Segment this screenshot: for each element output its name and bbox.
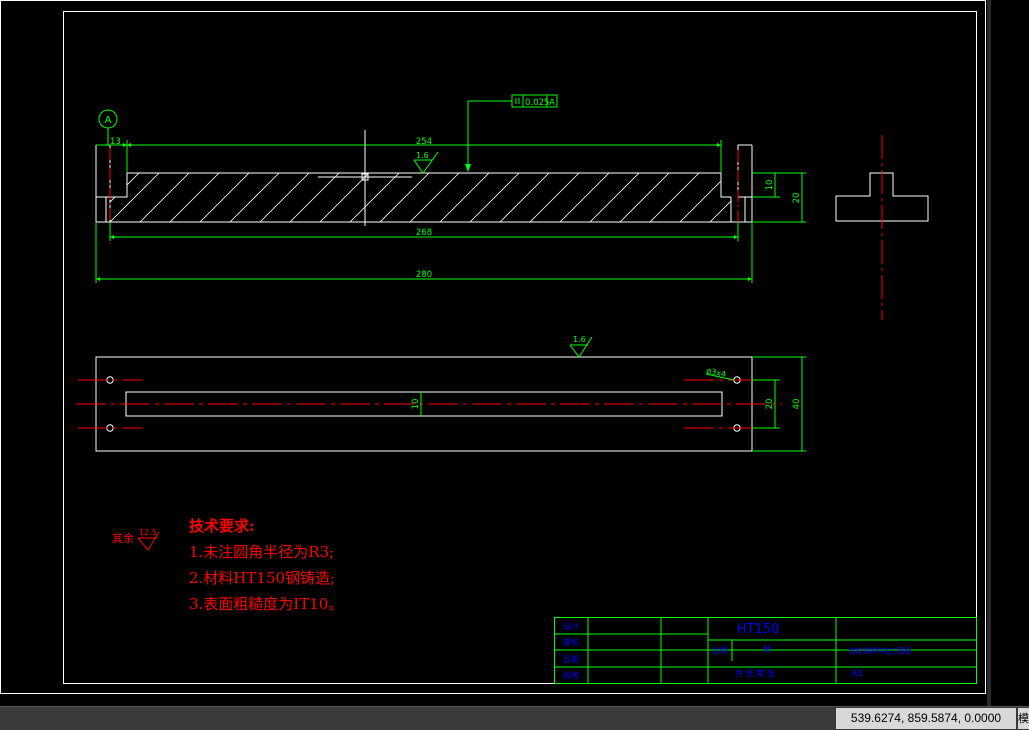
datum-label: A bbox=[105, 115, 112, 126]
note-item-3: 3.表面粗糙度为IT10。 bbox=[189, 595, 343, 613]
note-item-1: 1.未注圆角半径为R3; bbox=[189, 543, 334, 561]
title-block[interactable]: 设计 审核 日期 校核 HT150 比例 M 共 张 第 张 齿轮轴零件加工图纸… bbox=[554, 617, 977, 684]
top-view[interactable]: 1.6 ø3x4 10 20 40 bbox=[76, 335, 806, 452]
tb-scale-value: M bbox=[763, 645, 771, 655]
roughness-symbol-top: 1.6 bbox=[569, 335, 593, 358]
other-roughness-symbol: 12.5 bbox=[137, 528, 160, 551]
other-roughness-prefix: 其余 bbox=[112, 531, 134, 545]
dim-slot-10: 10 bbox=[411, 399, 421, 410]
side-view[interactable] bbox=[835, 135, 929, 320]
front-view[interactable]: A 0.025 A 1.6 13 254 268 280 10 20 bbox=[80, 94, 806, 283]
tb-label-1: 设计 bbox=[563, 621, 579, 631]
dim-20: 20 bbox=[792, 193, 802, 204]
status-mode-label[interactable]: 模 bbox=[1018, 708, 1029, 729]
roughness-symbol-front: 1.6 bbox=[413, 151, 439, 174]
top-centerlines bbox=[76, 379, 782, 429]
vertical-scrollbar[interactable] bbox=[987, 0, 991, 706]
technical-notes[interactable]: 其余 12.5 技术要求: 1.未注圆角半径为R3; 2.材料HT150钢铸造;… bbox=[112, 517, 343, 613]
tolerance-value: 0.025 bbox=[525, 98, 549, 108]
tb-label-3: 日期 bbox=[563, 655, 579, 664]
roughness-top-value: 1.6 bbox=[573, 335, 586, 344]
notes-title: 技术要求: bbox=[189, 517, 255, 535]
hole-callout: ø3x4 bbox=[706, 366, 735, 381]
note-item-2: 2.材料HT150钢铸造; bbox=[189, 569, 335, 587]
dim-268: 268 bbox=[416, 228, 432, 238]
dim-280: 280 bbox=[416, 270, 432, 280]
tb-company: 共 张 第 张 bbox=[735, 668, 775, 678]
dim-10: 10 bbox=[765, 180, 775, 191]
sheet-frames bbox=[0, 0, 986, 694]
roughness-front-value: 1.6 bbox=[416, 151, 429, 160]
dim-254: 254 bbox=[416, 137, 432, 147]
tolerance-frame: 0.025 A bbox=[465, 94, 558, 172]
tb-scale-label: 比例 bbox=[712, 645, 728, 655]
dim-13: 13 bbox=[110, 137, 121, 147]
tolerance-datum: A bbox=[549, 98, 555, 108]
tb-sheet: A3 bbox=[851, 669, 863, 679]
dim-inner-20: 20 bbox=[765, 399, 775, 410]
dim-total-40: 40 bbox=[792, 399, 802, 410]
coordinate-readout[interactable]: 539.6274, 859.5874, 0.0000 bbox=[836, 708, 1016, 729]
crosshair-cursor-icon bbox=[318, 130, 412, 226]
tb-part-name: 齿轮轴零件加工图纸 bbox=[849, 646, 912, 655]
cad-drawing-canvas[interactable]: A 0.025 A 1.6 13 254 268 280 10 20 1.6 ø… bbox=[0, 0, 1029, 706]
tb-label-2: 审核 bbox=[563, 637, 579, 647]
tb-label-4: 校核 bbox=[563, 670, 579, 680]
hole-callout-text: ø3x4 bbox=[706, 366, 727, 379]
tb-material: HT150 bbox=[737, 622, 780, 637]
svg-text:12.5: 12.5 bbox=[139, 528, 157, 537]
